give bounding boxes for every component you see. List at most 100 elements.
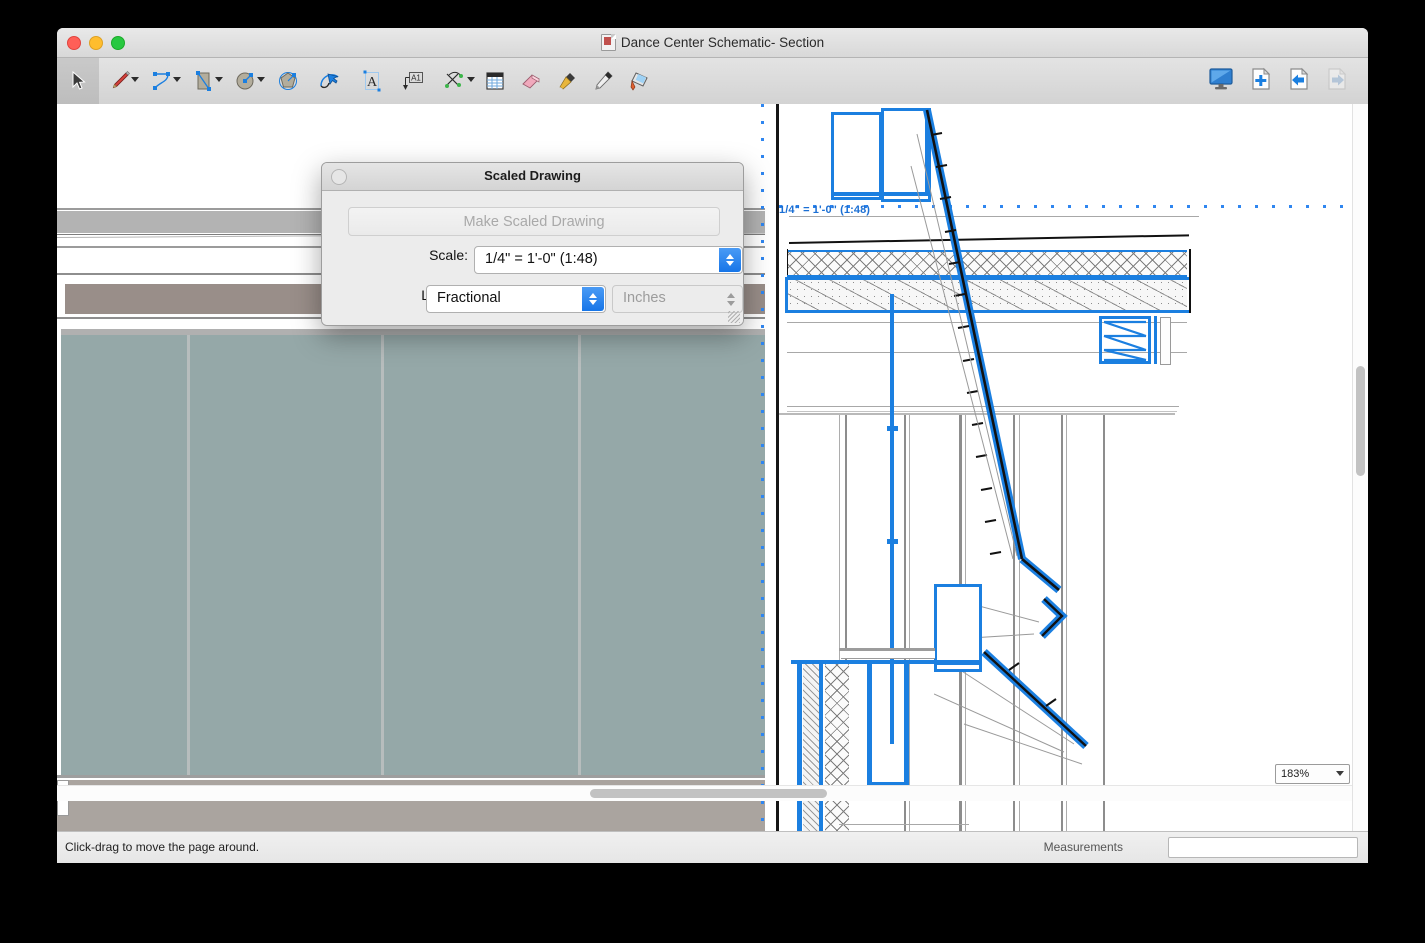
chevron-up-icon xyxy=(727,292,735,298)
length-popup-button[interactable]: Fractional xyxy=(426,285,606,313)
section-gap xyxy=(57,284,65,314)
document-icon xyxy=(600,34,616,51)
paint-style-tool[interactable] xyxy=(621,58,657,104)
text-tool[interactable]: A xyxy=(351,58,393,104)
curtain-wall-post xyxy=(890,294,894,430)
rectangle-tool[interactable] xyxy=(183,58,225,104)
presentation-mode-button[interactable] xyxy=(1208,67,1234,96)
spring-coil-icon xyxy=(1103,320,1147,362)
scale-stepper[interactable] xyxy=(719,248,741,272)
zoom-level-dropdown[interactable]: 183% xyxy=(1275,764,1350,784)
jamb-detail xyxy=(1160,317,1171,365)
chevron-down-icon[interactable] xyxy=(257,77,265,82)
floor-line xyxy=(839,824,969,825)
wall-top-plate xyxy=(791,660,971,664)
length-value: Fractional xyxy=(437,290,501,306)
post-splice xyxy=(887,539,898,544)
toolbar: A A1 xyxy=(57,58,1368,105)
post-splice xyxy=(887,426,898,431)
horizontal-scroll-thumb[interactable] xyxy=(590,789,827,798)
lasso-select-tool[interactable] xyxy=(309,58,351,104)
polygon-tool[interactable] xyxy=(267,58,309,104)
scaled-drawing-dialog: Scaled Drawing Make Scaled Drawing Scale… xyxy=(321,162,744,326)
chevron-down-icon[interactable] xyxy=(1336,771,1344,776)
arrow-cursor-icon xyxy=(72,71,86,90)
dialog-resize-grip[interactable] xyxy=(728,311,740,323)
table-tool[interactable] xyxy=(477,58,513,104)
scale-popup-button[interactable]: 1/4" = 1'-0" (1:48) xyxy=(474,246,743,274)
wall-stud xyxy=(904,662,909,786)
table-grid-icon xyxy=(486,72,504,90)
wall-edge xyxy=(797,660,802,832)
eraser-tool[interactable] xyxy=(513,58,549,104)
deck-left-edge xyxy=(785,277,788,313)
chevron-down-icon xyxy=(589,300,597,305)
svg-text:A: A xyxy=(367,75,378,90)
page-arrow-left-icon xyxy=(1290,67,1309,90)
units-stepper xyxy=(724,289,738,309)
add-page-button[interactable] xyxy=(1250,67,1272,96)
chevron-down-icon[interactable] xyxy=(467,77,475,82)
eyedropper-tool[interactable] xyxy=(549,58,585,104)
transform-nodes-icon xyxy=(445,71,463,88)
bezier-curve-icon xyxy=(153,72,170,90)
measurements-input[interactable] xyxy=(1168,837,1358,858)
next-page-button xyxy=(1326,67,1348,96)
curve-tool[interactable] xyxy=(141,58,183,104)
pen-tool[interactable] xyxy=(585,58,621,104)
coil-frame xyxy=(1148,316,1151,364)
seating-divider xyxy=(187,335,190,775)
curtain-wall-post xyxy=(890,544,894,744)
zoom-level-value: 183% xyxy=(1281,768,1310,780)
rectangle-icon xyxy=(196,71,211,91)
scale-value: 1/4" = 1'-0" (1:48) xyxy=(485,251,598,267)
fountain-pen-icon xyxy=(595,71,613,90)
vertical-scrollbar[interactable] xyxy=(1352,104,1368,832)
vertical-scroll-thumb[interactable] xyxy=(1356,366,1365,476)
pencil-tool[interactable] xyxy=(99,58,141,104)
previous-page-button[interactable] xyxy=(1288,67,1310,96)
measurements-label: Measurements xyxy=(1043,840,1123,854)
frame-box xyxy=(831,112,882,200)
seating-divider xyxy=(578,335,581,775)
polygon-icon xyxy=(279,72,297,90)
wall-hatch xyxy=(803,662,819,832)
seating-block xyxy=(61,335,765,775)
coil-side-rail xyxy=(1154,316,1157,364)
lasso-arrow-icon xyxy=(320,73,339,89)
monitor-icon xyxy=(1209,67,1233,89)
chevron-down-icon xyxy=(726,261,734,266)
chevron-down-icon[interactable] xyxy=(215,77,223,82)
label-tool[interactable]: A1 xyxy=(393,58,435,104)
svg-text:A1: A1 xyxy=(411,74,421,83)
frame-box xyxy=(934,584,982,672)
paint-bucket-icon xyxy=(630,72,648,91)
chevron-up-icon xyxy=(726,254,734,259)
wall-hatch xyxy=(825,662,849,832)
units-popup-button: Inches xyxy=(612,285,743,313)
select-arrow-tool[interactable] xyxy=(57,58,99,104)
wall-edge xyxy=(819,660,823,832)
units-value: Inches xyxy=(623,290,666,306)
length-stepper[interactable] xyxy=(582,287,604,311)
dialog-title: Scaled Drawing xyxy=(484,168,581,183)
edge-line xyxy=(787,249,788,277)
chevron-down-icon[interactable] xyxy=(173,77,181,82)
toolbar-left-group: A A1 xyxy=(57,58,657,104)
label-a1-icon: A1 xyxy=(403,72,423,90)
eyedropper-icon xyxy=(559,73,575,91)
deck-right-edge xyxy=(1189,249,1191,313)
transform-tool[interactable] xyxy=(435,58,477,104)
horizontal-scrollbar[interactable] xyxy=(57,785,1353,801)
dialog-title-bar: Scaled Drawing xyxy=(322,163,743,191)
window-title-bar: Dance Center Schematic- Section xyxy=(57,28,1368,58)
chevron-down-icon[interactable] xyxy=(131,77,139,82)
make-scaled-drawing-button[interactable]: Make Scaled Drawing xyxy=(348,207,720,236)
pencil-icon xyxy=(112,71,130,89)
window-title-group: Dance Center Schematic- Section xyxy=(57,28,1368,57)
circle-tool[interactable] xyxy=(225,58,267,104)
make-scaled-drawing-label: Make Scaled Drawing xyxy=(463,213,605,230)
scale-label: Scale: xyxy=(429,247,468,263)
text-a-icon: A xyxy=(363,70,381,92)
window-title: Dance Center Schematic- Section xyxy=(620,35,825,50)
